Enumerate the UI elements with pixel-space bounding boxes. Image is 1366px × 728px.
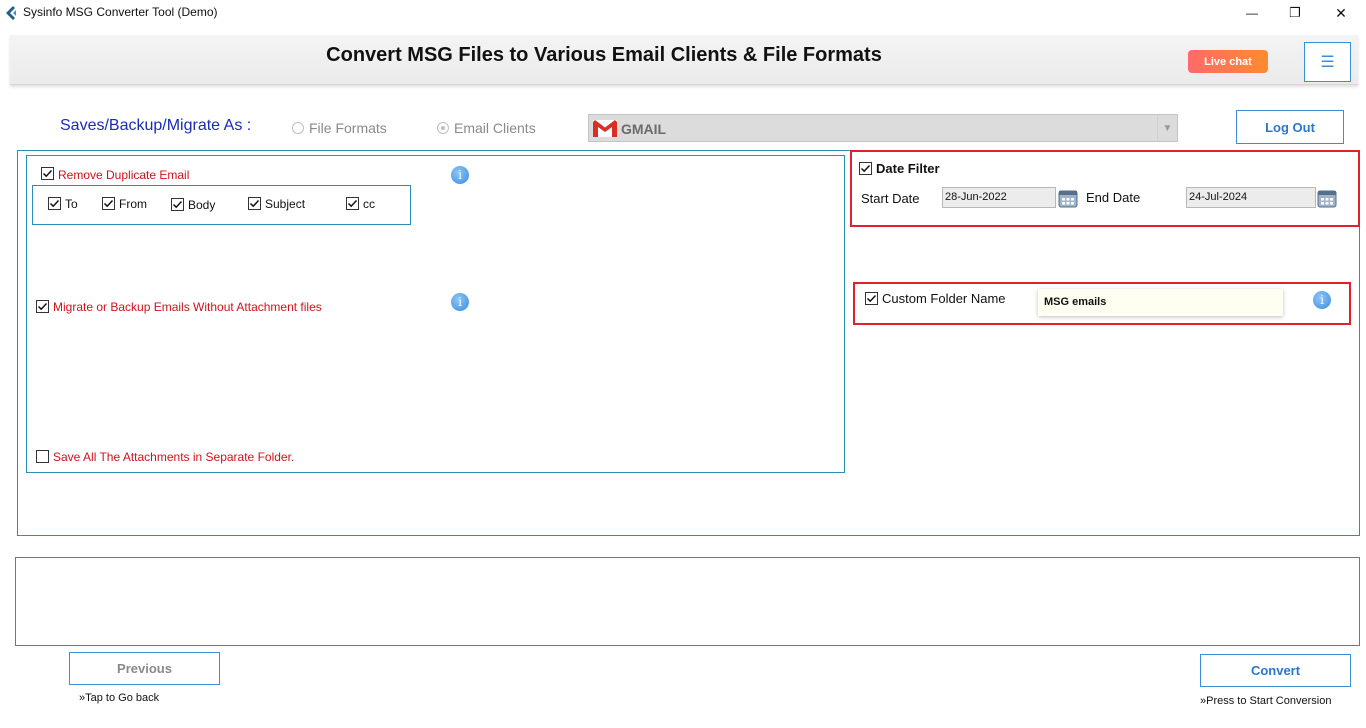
start-date-label: Start Date bbox=[861, 191, 920, 206]
checkmark-icon bbox=[249, 199, 260, 208]
date-filter-label: Date Filter bbox=[876, 161, 940, 176]
window-title: Sysinfo MSG Converter Tool (Demo) bbox=[23, 5, 218, 19]
calendar-icon[interactable] bbox=[1317, 188, 1337, 208]
info-icon[interactable]: i bbox=[451, 293, 469, 311]
remove-duplicate-label: Remove Duplicate Email bbox=[58, 168, 190, 182]
minimize-button[interactable]: — bbox=[1229, 0, 1275, 26]
checkmark-icon bbox=[860, 164, 871, 173]
save-attachments-checkbox[interactable] bbox=[36, 450, 49, 463]
close-button[interactable]: ✕ bbox=[1318, 0, 1364, 26]
field-from-checkbox[interactable] bbox=[102, 197, 115, 210]
gmail-icon bbox=[593, 120, 617, 137]
checkmark-icon bbox=[37, 302, 48, 311]
start-date-input[interactable]: 28-Jun-2022 bbox=[942, 187, 1056, 208]
end-date-input[interactable]: 24-Jul-2024 bbox=[1186, 187, 1316, 208]
custom-folder-checkbox[interactable] bbox=[865, 292, 878, 305]
log-panel bbox=[15, 557, 1360, 646]
without-attachments-checkbox[interactable] bbox=[36, 300, 49, 313]
custom-folder-input[interactable]: MSG emails bbox=[1038, 289, 1283, 316]
page-title: Convert MSG Files to Various Email Clien… bbox=[326, 44, 882, 66]
file-formats-radio[interactable] bbox=[292, 122, 304, 134]
checkmark-icon bbox=[172, 200, 183, 209]
info-icon[interactable]: i bbox=[451, 166, 469, 184]
convert-button[interactable]: Convert bbox=[1200, 654, 1351, 687]
live-chat-button[interactable]: Live chat bbox=[1188, 50, 1268, 73]
checkmark-icon bbox=[42, 169, 53, 178]
date-filter-checkbox[interactable] bbox=[859, 162, 872, 175]
field-from-label: From bbox=[119, 197, 147, 211]
close-icon: ✕ bbox=[1335, 4, 1347, 21]
checkmark-icon bbox=[347, 199, 358, 208]
field-to-checkbox[interactable] bbox=[48, 197, 61, 210]
checkmark-icon bbox=[49, 199, 60, 208]
field-cc-label: cc bbox=[363, 197, 375, 211]
save-attachments-label: Save All The Attachments in Separate Fol… bbox=[53, 450, 295, 464]
save-as-label: Saves/Backup/Migrate As : bbox=[60, 117, 252, 134]
field-to-label: To bbox=[65, 197, 78, 211]
calendar-icon[interactable] bbox=[1058, 188, 1078, 208]
field-cc-checkbox[interactable] bbox=[346, 197, 359, 210]
remove-duplicate-checkbox[interactable] bbox=[41, 167, 54, 180]
end-date-label: End Date bbox=[1086, 190, 1141, 205]
field-body-checkbox[interactable] bbox=[171, 198, 184, 211]
email-clients-radio[interactable] bbox=[437, 122, 449, 134]
chevron-down-icon[interactable]: ▼ bbox=[1157, 115, 1177, 141]
header-banner: Convert MSG Files to Various Email Clien… bbox=[10, 35, 1358, 85]
custom-folder-label: Custom Folder Name bbox=[882, 291, 1006, 306]
without-attachments-label: Migrate or Backup Emails Without Attachm… bbox=[53, 300, 322, 314]
info-icon[interactable]: i bbox=[1313, 291, 1331, 309]
field-subject-checkbox[interactable] bbox=[248, 197, 261, 210]
email-clients-label: Email Clients bbox=[454, 120, 536, 136]
logout-button[interactable]: Log Out bbox=[1236, 110, 1344, 144]
menu-button[interactable]: ☰ bbox=[1304, 42, 1351, 82]
selected-client-label: GMAIL bbox=[621, 121, 667, 137]
email-client-select[interactable]: GMAIL ▼ bbox=[588, 114, 1178, 142]
restore-button[interactable]: ❐ bbox=[1272, 0, 1318, 26]
checkmark-icon bbox=[103, 199, 114, 208]
checkmark-icon bbox=[866, 294, 877, 303]
field-body-label: Body bbox=[188, 198, 216, 212]
convert-hint: »Press to Start Conversion bbox=[1200, 695, 1332, 707]
restore-icon: ❐ bbox=[1289, 5, 1301, 20]
field-subject-label: Subject bbox=[265, 197, 306, 211]
previous-hint: »Tap to Go back bbox=[79, 692, 160, 704]
app-logo-icon bbox=[6, 6, 16, 20]
title-bar: Sysinfo MSG Converter Tool (Demo) — ❐ ✕ bbox=[0, 0, 1366, 26]
minimize-icon: — bbox=[1246, 6, 1258, 20]
previous-button[interactable]: Previous bbox=[69, 652, 220, 685]
hamburger-menu-icon: ☰ bbox=[1320, 54, 1335, 71]
file-formats-label: File Formats bbox=[309, 120, 387, 136]
